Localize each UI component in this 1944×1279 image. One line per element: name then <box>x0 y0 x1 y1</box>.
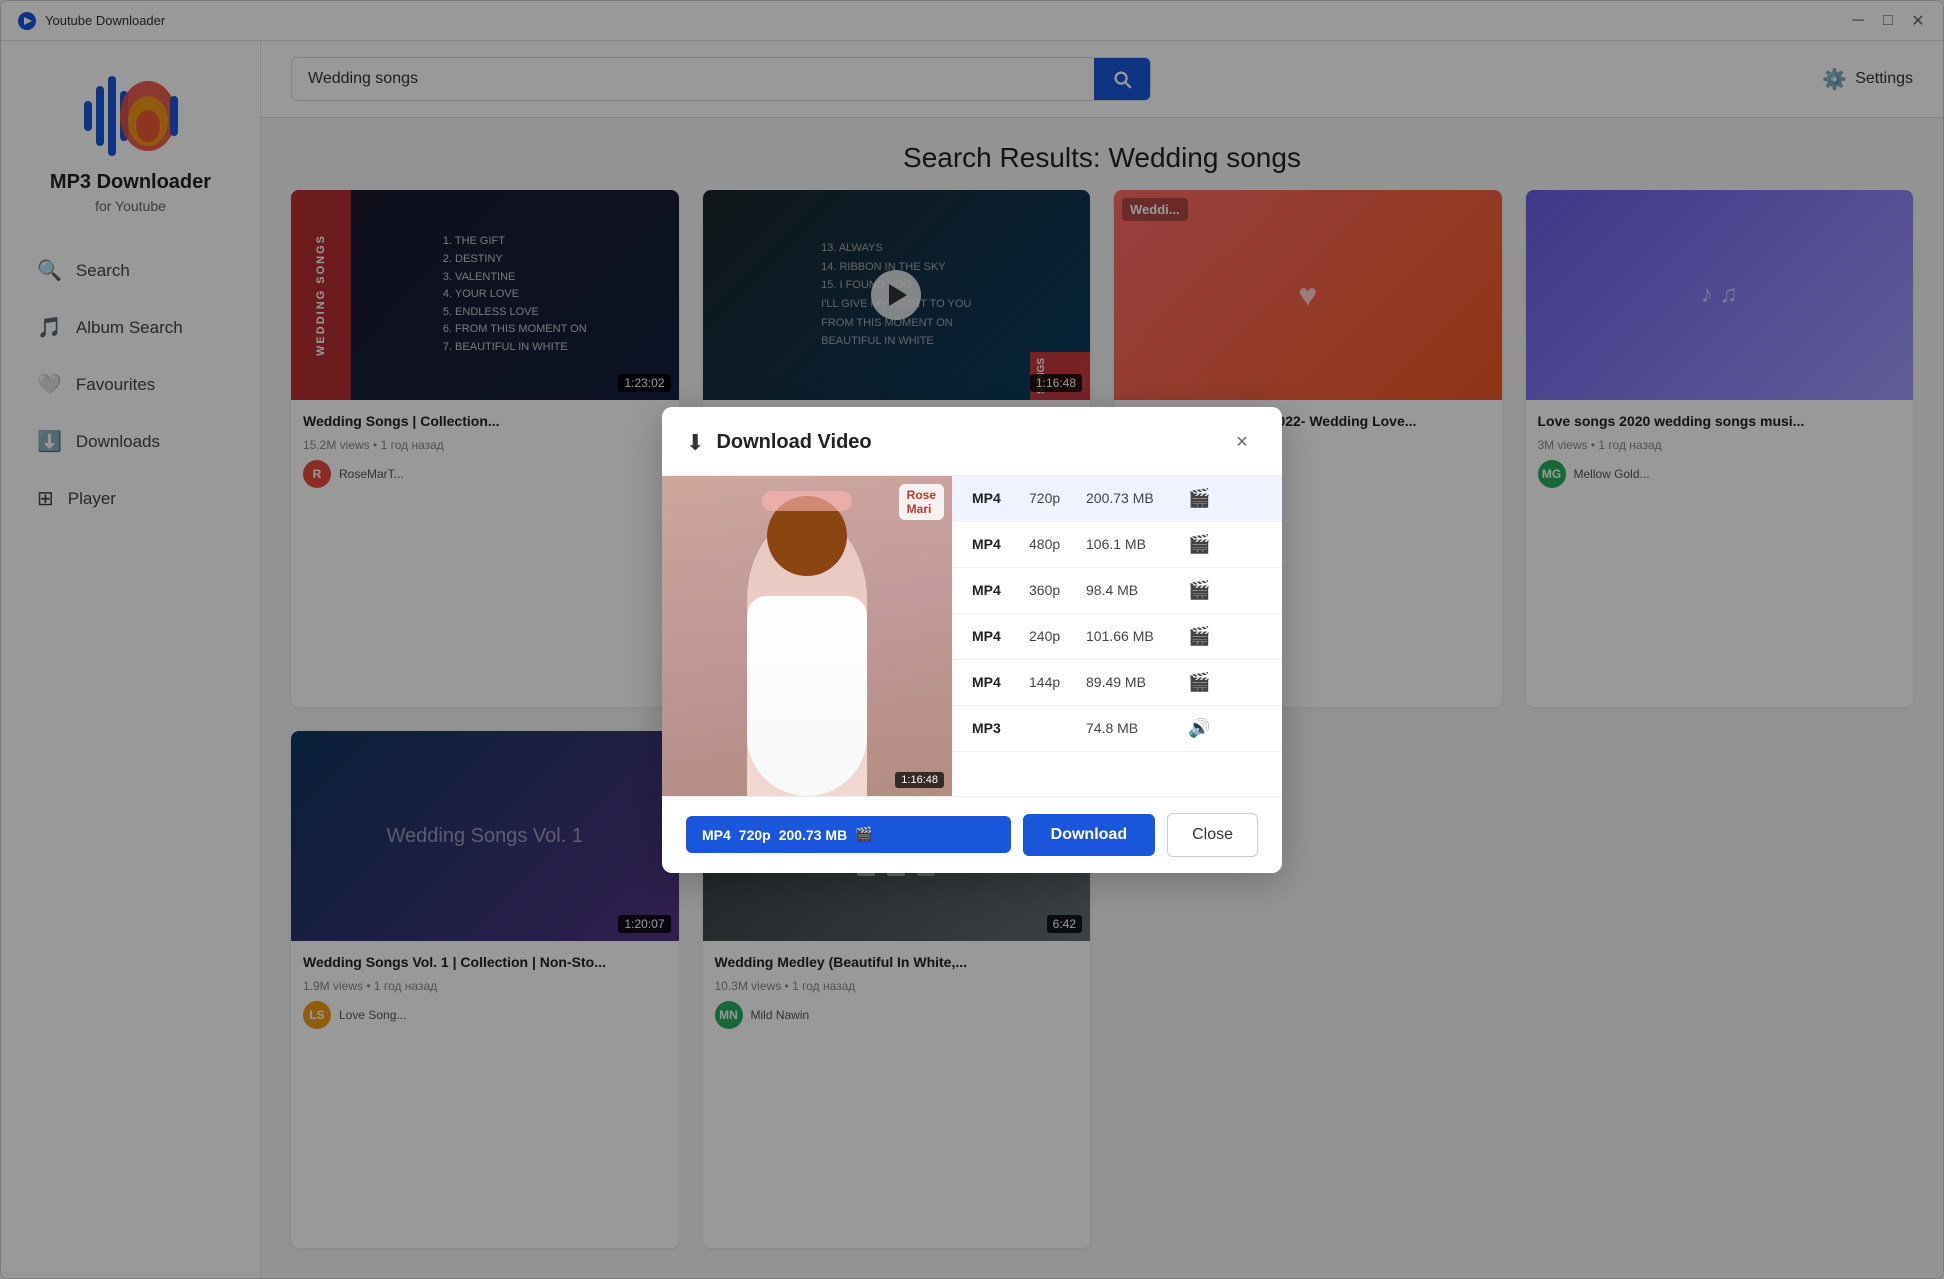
format-quality-2: 360p <box>1029 582 1074 598</box>
format-type-2: MP4 <box>972 582 1017 598</box>
format-size-5: 74.8 MB <box>1086 720 1176 736</box>
format-size-2: 98.4 MB <box>1086 582 1176 598</box>
format-type-4: MP4 <box>972 674 1017 690</box>
selected-format-icon: 🎬 <box>855 826 872 843</box>
format-size-1: 106.1 MB <box>1086 536 1176 552</box>
modal-title: Download Video <box>716 431 1214 454</box>
format-type-0: MP4 <box>972 490 1017 506</box>
format-row-0[interactable]: MP4 720p 200.73 MB 🎬 <box>952 476 1282 522</box>
selected-type: MP4 <box>702 827 731 843</box>
download-header-icon: ⬇ <box>686 430 704 456</box>
format-quality-3: 240p <box>1029 628 1074 644</box>
modal-footer: MP4 720p 200.73 MB 🎬 Download Close <box>662 796 1282 873</box>
modal-header: ⬇ Download Video × <box>662 407 1282 476</box>
selected-quality: 720p <box>739 827 771 843</box>
modal-close-footer-button[interactable]: Close <box>1167 813 1258 857</box>
format-icon-4: 🎬 <box>1188 672 1210 693</box>
format-icon-0: 🎬 <box>1188 488 1210 509</box>
format-row-3[interactable]: MP4 240p 101.66 MB 🎬 <box>952 614 1282 660</box>
format-icon-5: 🔊 <box>1188 718 1210 739</box>
format-size-4: 89.49 MB <box>1086 674 1176 690</box>
format-type-1: MP4 <box>972 536 1017 552</box>
format-size-3: 101.66 MB <box>1086 628 1176 644</box>
download-modal: ⬇ Download Video × WEDDING SONGS 1. THE … <box>662 407 1282 873</box>
format-icon-2: 🎬 <box>1188 580 1210 601</box>
download-button[interactable]: Download <box>1023 814 1155 856</box>
modal-formats: MP4 720p 200.73 MB 🎬 MP4 480p 106.1 MB 🎬… <box>952 476 1282 796</box>
format-icon-3: 🎬 <box>1188 626 1210 647</box>
modal-close-button[interactable]: × <box>1226 427 1258 459</box>
modal-overlay[interactable]: ⬇ Download Video × WEDDING SONGS 1. THE … <box>0 0 1944 1279</box>
format-row-2[interactable]: MP4 360p 98.4 MB 🎬 <box>952 568 1282 614</box>
format-type-3: MP4 <box>972 628 1017 644</box>
format-row-4[interactable]: MP4 144p 89.49 MB 🎬 <box>952 660 1282 706</box>
selected-size: 200.73 MB <box>779 827 847 843</box>
format-row-1[interactable]: MP4 480p 106.1 MB 🎬 <box>952 522 1282 568</box>
modal-video-preview: WEDDING SONGS 1. THE GIFT 2. DESTINY 3. … <box>662 476 952 796</box>
format-row-5[interactable]: MP3 74.8 MB 🔊 <box>952 706 1282 752</box>
format-quality-1: 480p <box>1029 536 1074 552</box>
format-size-0: 200.73 MB <box>1086 490 1176 506</box>
modal-body: WEDDING SONGS 1. THE GIFT 2. DESTINY 3. … <box>662 476 1282 796</box>
format-quality-0: 720p <box>1029 490 1074 506</box>
format-type-5: MP3 <box>972 720 1017 736</box>
format-quality-4: 144p <box>1029 674 1074 690</box>
selected-format-badge: MP4 720p 200.73 MB 🎬 <box>686 816 1011 853</box>
format-icon-1: 🎬 <box>1188 534 1210 555</box>
